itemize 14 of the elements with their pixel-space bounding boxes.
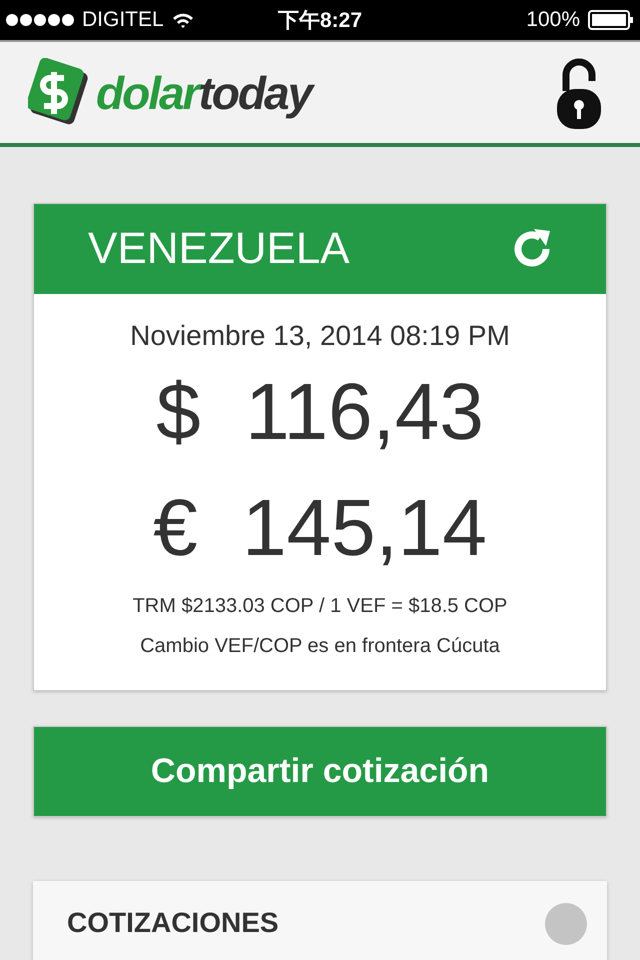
share-button[interactable]: Compartir cotización bbox=[33, 726, 607, 817]
signal-icon bbox=[6, 14, 74, 26]
date-text: Noviembre 13, 2014 08:19 PM bbox=[129, 320, 511, 352]
carrier-name: DIGITEL bbox=[82, 8, 164, 32]
battery-icon bbox=[588, 10, 634, 30]
price-value: $ 116,43 bbox=[155, 366, 485, 458]
section-title: COTIZACIONES bbox=[67, 907, 279, 939]
clock-time: 下午8:27 bbox=[278, 8, 362, 34]
wifi-icon bbox=[172, 12, 194, 28]
note-text: TRM $2133.03 COP / 1 VEF = $18.5 COP bbox=[132, 594, 508, 619]
price-value: € 145,14 bbox=[152, 482, 488, 574]
battery-percent: 100% bbox=[526, 8, 580, 32]
country-title: VENEZUELA bbox=[88, 224, 350, 274]
note-text: Cambio VEF/COP es en frontera Cúcuta bbox=[139, 634, 501, 659]
